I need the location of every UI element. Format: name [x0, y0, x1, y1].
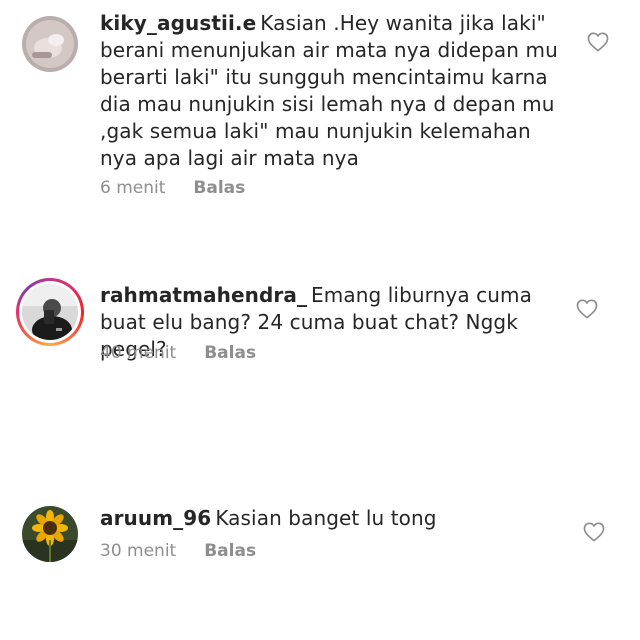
reply-button[interactable]: Balas: [204, 343, 256, 363]
comment-time: 30 menit: [100, 541, 177, 561]
comment-time: 6 menit: [100, 178, 166, 198]
reply-button[interactable]: Balas: [204, 541, 256, 561]
comment-body: Kasian banget lu tong: [215, 506, 437, 530]
comment-meta: 30 menit Balas: [100, 541, 256, 561]
story-ring[interactable]: [16, 278, 84, 346]
heart-outline-icon[interactable]: [576, 299, 598, 319]
comment-meta: 6 menit Balas: [100, 178, 245, 198]
comment-time: 40 menit: [100, 343, 177, 363]
comment-meta: 40 menit Balas: [100, 343, 256, 363]
avatar[interactable]: [22, 506, 78, 562]
comment-text: kiky_agustii.e Kasian .Hey wanita jika la…: [100, 10, 570, 172]
avatar[interactable]: [22, 16, 78, 72]
comment-username[interactable]: kiky_agustii.e: [100, 11, 256, 35]
heart-outline-icon[interactable]: [587, 32, 609, 52]
comment-username[interactable]: rahmatmahendra_: [100, 283, 307, 307]
heart-outline-icon[interactable]: [583, 522, 605, 542]
comment-text: aruum_96 Kasian banget lu tong: [100, 505, 570, 532]
avatar: [22, 284, 78, 340]
reply-button[interactable]: Balas: [193, 178, 245, 198]
comment-username[interactable]: aruum_96: [100, 506, 211, 530]
